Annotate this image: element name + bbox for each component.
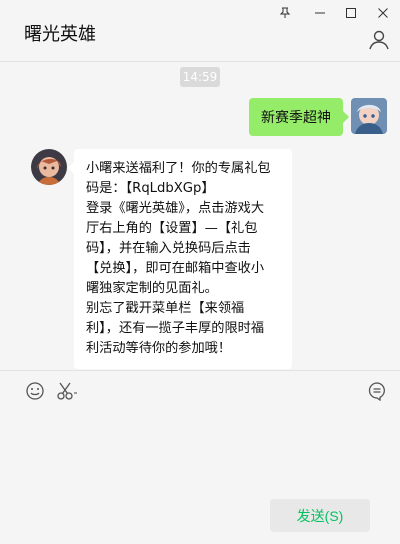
message-line: 利】，还有一揽子丰厚的限时福	[86, 321, 265, 336]
outgoing-message-text: 新赛季超神	[261, 110, 331, 126]
send-button[interactable]: 发送(S)	[270, 499, 370, 532]
outgoing-message[interactable]: 新赛季超神	[249, 98, 349, 136]
minimize-icon[interactable]	[309, 4, 331, 22]
close-icon[interactable]	[372, 4, 394, 22]
message-line: 登录《曙光英雄》，点击游戏大	[86, 201, 265, 216]
incoming-message[interactable]: 小曙来送福利了！你的专属礼包 码是：【RqLdbXGp】 登录《曙光英雄》，点击…	[68, 149, 292, 369]
scissors-icon[interactable]	[56, 379, 80, 403]
user-avatar[interactable]	[351, 98, 387, 134]
title-bar: 曙光英雄	[0, 0, 400, 60]
message-line: 码是：【RqLdbXGp】	[86, 181, 215, 196]
message-line: 厅右上角的【设置】—【礼包	[86, 221, 258, 236]
message-line: 小曙来送福利了！你的专属礼包	[86, 161, 271, 176]
chat-area: 14:59 新赛季超神 小曙来送福利了！你的专属礼包 码是：【RqLdbXGp】…	[0, 62, 400, 370]
message-timestamp: 14:59	[180, 67, 220, 87]
emoji-icon[interactable]	[23, 379, 47, 403]
message-line: 【兑换】，即可在邮箱中查收小	[86, 261, 265, 276]
game-avatar[interactable]	[31, 149, 67, 185]
chat-bubble-icon[interactable]	[365, 379, 389, 403]
profile-icon[interactable]	[368, 30, 390, 50]
chat-title: 曙光英雄	[24, 24, 96, 45]
message-line: 利活动等待你的参加哦！	[86, 341, 232, 356]
maximize-icon[interactable]	[340, 4, 362, 22]
message-line: 曙独家定制的见面礼。	[86, 281, 218, 296]
message-line: 别忘了戳开菜单栏【来领福	[86, 301, 245, 316]
message-input-area[interactable]: 发送(S)	[0, 371, 400, 544]
pin-icon[interactable]	[274, 4, 296, 22]
message-line: 码】，并在输入兑换码后点击	[86, 241, 251, 256]
